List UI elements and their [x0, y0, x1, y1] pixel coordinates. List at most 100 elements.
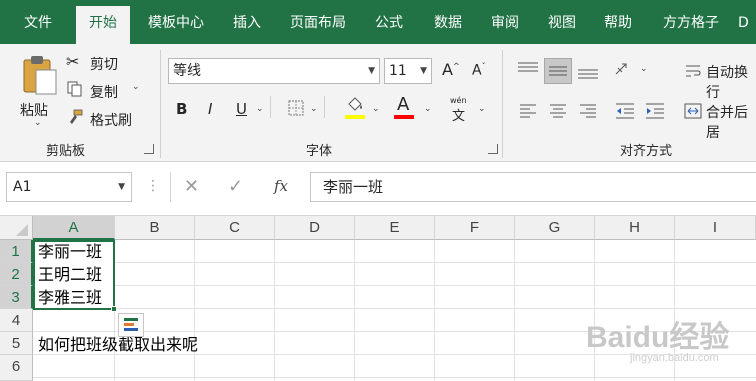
borders-button[interactable]: [288, 100, 304, 120]
merge-center-button[interactable]: 合并后居: [684, 98, 756, 141]
font-name-value: 等线: [173, 63, 201, 79]
formula-input[interactable]: 李丽一班: [310, 172, 756, 202]
column-header-D[interactable]: D: [275, 216, 355, 240]
bold-button[interactable]: B: [176, 100, 187, 118]
gridline: [354, 240, 355, 381]
row-header-5[interactable]: 5: [0, 332, 33, 355]
format-painter-button[interactable]: 格式刷: [66, 108, 150, 130]
gridline: [194, 240, 195, 381]
align-middle-button[interactable]: [544, 58, 572, 84]
grow-font-button[interactable]: A^: [442, 60, 460, 79]
align-right-icon: [580, 104, 596, 118]
fill-color-button[interactable]: [344, 96, 366, 120]
orientation-button[interactable]: ⌄: [612, 58, 652, 84]
gridline: [514, 240, 515, 381]
drag-handle-icon[interactable]: ⋮: [146, 178, 160, 194]
phonetic-label: 文: [452, 109, 466, 124]
wrap-text-button[interactable]: 自动换行: [684, 58, 756, 101]
gridline: [33, 285, 756, 286]
watermark-url: jingyan.baidu.com: [630, 352, 719, 364]
divider: [324, 96, 325, 118]
fill-handle[interactable]: [111, 306, 117, 312]
paste-icon: [23, 56, 57, 95]
enter-check-icon[interactable]: ✓: [228, 176, 243, 197]
align-top-icon: [518, 62, 538, 72]
chevron-down-icon: ▼: [118, 182, 125, 192]
row-header-3[interactable]: 3: [0, 286, 33, 309]
row-header-4[interactable]: 4: [0, 309, 33, 332]
tab-page-layout[interactable]: 页面布局: [278, 0, 358, 44]
copy-dropdown-caret[interactable]: ⌄: [132, 82, 140, 92]
insert-function-button[interactable]: fx: [274, 177, 288, 195]
font-color-label: A: [397, 94, 410, 115]
increase-indent-icon: [646, 103, 664, 119]
tab-file[interactable]: 文件: [10, 0, 66, 44]
gridline: [434, 240, 435, 381]
quick-analysis-icon: [124, 318, 138, 331]
tab-fangfang[interactable]: 方方格子: [650, 0, 732, 44]
phonetic-dropdown-caret[interactable]: ⌄: [478, 104, 486, 114]
align-top-button[interactable]: [514, 58, 542, 84]
border-icon: [288, 100, 304, 116]
phonetic-guide-button[interactable]: wén 文: [448, 96, 474, 124]
row-header-1[interactable]: 1: [0, 240, 33, 263]
align-left-button[interactable]: [514, 98, 542, 124]
worksheet-grid: A B C D E F G H I 1 2 3 4 5 6 李丽一班 王明二班 …: [0, 216, 756, 381]
tab-review[interactable]: 审阅: [482, 0, 528, 44]
copy-label: 复制: [90, 85, 118, 101]
tab-formulas[interactable]: 公式: [364, 0, 414, 44]
tab-insert[interactable]: 插入: [222, 0, 272, 44]
shrink-font-button[interactable]: Aˇ: [472, 62, 486, 79]
tab-template-center[interactable]: 模板中心: [136, 0, 216, 44]
column-header-G[interactable]: G: [515, 216, 595, 240]
cut-button[interactable]: ✂ 剪切: [66, 52, 150, 74]
column-header-B[interactable]: B: [115, 216, 195, 240]
paste-button[interactable]: 粘贴 ⌄: [16, 52, 60, 132]
font-size-select[interactable]: 11 ▼: [384, 58, 432, 84]
font-color-dropdown-caret[interactable]: ⌄: [424, 104, 432, 114]
column-header-A[interactable]: A: [33, 216, 115, 240]
align-center-button[interactable]: [544, 98, 572, 124]
font-group-label: 字体: [306, 144, 333, 159]
tab-view[interactable]: 视图: [536, 0, 588, 44]
tab-help[interactable]: 帮助: [594, 0, 642, 44]
watermark-logo: Baidu经验: [586, 321, 730, 354]
gridline: [33, 308, 756, 309]
underline-button[interactable]: U: [236, 100, 247, 118]
align-right-button[interactable]: [574, 98, 602, 124]
alignment-group-label: 对齐方式: [620, 144, 673, 159]
row-header-2[interactable]: 2: [0, 263, 33, 286]
column-header-E[interactable]: E: [355, 216, 435, 240]
column-header-H[interactable]: H: [595, 216, 675, 240]
quick-analysis-button[interactable]: [118, 313, 144, 337]
row-header-6[interactable]: 6: [0, 355, 33, 381]
cancel-icon[interactable]: ✕: [184, 176, 199, 197]
italic-button[interactable]: I: [208, 100, 212, 118]
gridline: [33, 262, 756, 263]
font-dialog-launcher[interactable]: [488, 144, 498, 154]
caret-up-icon: ^: [452, 61, 460, 71]
column-header-F[interactable]: F: [435, 216, 515, 240]
clipboard-dialog-launcher[interactable]: [144, 144, 154, 154]
underline-dropdown-caret[interactable]: ⌄: [256, 104, 264, 114]
phonetic-top-label: wén: [450, 96, 467, 105]
select-all-triangle-icon: [16, 224, 28, 236]
tab-more[interactable]: D: [738, 0, 756, 44]
select-all-corner[interactable]: [0, 216, 33, 240]
align-bottom-button[interactable]: [574, 58, 602, 84]
borders-dropdown-caret[interactable]: ⌄: [310, 104, 318, 114]
increase-indent-button[interactable]: [642, 98, 668, 124]
paste-dropdown-caret[interactable]: ⌄: [34, 118, 42, 128]
name-box[interactable]: A1 ▼: [6, 172, 132, 202]
decrease-indent-icon: [616, 103, 634, 119]
copy-button[interactable]: 复制 ⌄: [66, 80, 150, 102]
column-header-C[interactable]: C: [195, 216, 275, 240]
font-name-select[interactable]: 等线 ▼: [168, 58, 380, 84]
fill-color-dropdown-caret[interactable]: ⌄: [372, 104, 380, 114]
decrease-indent-button[interactable]: [612, 98, 638, 124]
font-color-button[interactable]: A: [394, 94, 416, 120]
column-header-I[interactable]: I: [675, 216, 756, 240]
chevron-down-icon: ▼: [368, 66, 375, 76]
tab-data[interactable]: 数据: [420, 0, 476, 44]
align-center-icon: [550, 104, 566, 118]
